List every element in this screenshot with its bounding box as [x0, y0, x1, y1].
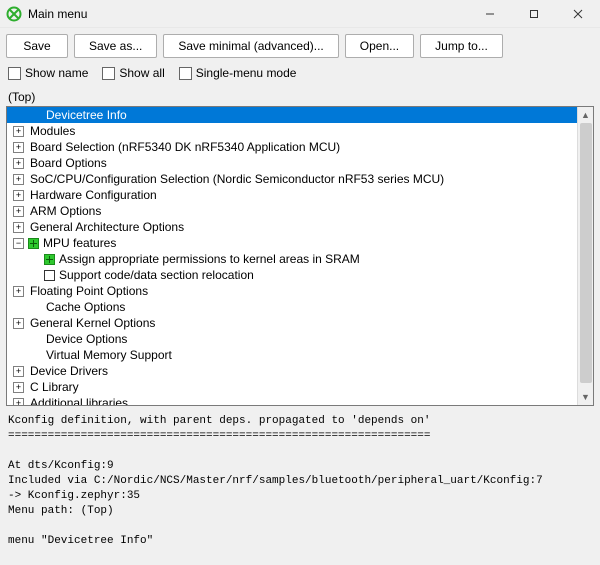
expand-icon[interactable]: + [13, 174, 24, 185]
tree-row-label: ARM Options [28, 204, 101, 218]
expander-spacer [29, 110, 40, 121]
tree-row[interactable]: Cache Options [7, 299, 593, 315]
tree-row[interactable]: Devicetree Info [7, 107, 593, 123]
info-panel: Kconfig definition, with parent deps. pr… [6, 410, 594, 553]
save-as-button[interactable]: Save as... [74, 34, 157, 58]
expand-icon[interactable]: + [13, 190, 24, 201]
expand-icon[interactable]: + [13, 286, 24, 297]
tree-row-label: Board Selection (nRF5340 DK nRF5340 Appl… [28, 140, 340, 154]
single-menu-label: Single-menu mode [196, 66, 297, 80]
expander-spacer [29, 254, 40, 265]
tree-row[interactable]: + Device Drivers [7, 363, 593, 379]
tree-row[interactable]: + General Architecture Options [7, 219, 593, 235]
tree-row[interactable]: + Hardware Configuration [7, 187, 593, 203]
tree-row-label: Assign appropriate permissions to kernel… [57, 252, 360, 266]
show-all-label: Show all [119, 66, 164, 80]
minimize-button[interactable] [468, 0, 512, 28]
breadcrumb-top: (Top) [0, 86, 600, 106]
checkbox-icon [102, 67, 115, 80]
enabled-option-icon [28, 238, 39, 249]
tree-row-label: Virtual Memory Support [44, 348, 172, 362]
tree-row[interactable]: + Modules [7, 123, 593, 139]
tree-row[interactable]: Device Options [7, 331, 593, 347]
expand-icon[interactable]: + [13, 222, 24, 233]
show-all-checkbox[interactable]: Show all [102, 66, 164, 80]
close-button[interactable] [556, 0, 600, 28]
info-line: menu "Devicetree Info" [8, 535, 153, 547]
tree-row-label: Cache Options [44, 300, 125, 314]
tree-row[interactable]: Support code/data section relocation [7, 267, 593, 283]
checkbox-icon [179, 67, 192, 80]
tree-row-label: Device Drivers [28, 364, 108, 378]
tree-row-label: Modules [28, 124, 75, 138]
scroll-down-icon[interactable]: ▼ [578, 389, 593, 405]
tree-row-label: General Kernel Options [28, 316, 155, 330]
tree-row[interactable]: − MPU features [7, 235, 593, 251]
scrollbar-thumb[interactable] [580, 123, 592, 383]
tree-row-label: Hardware Configuration [28, 188, 157, 202]
tree-row-label: Devicetree Info [44, 108, 127, 122]
disabled-option-icon [44, 270, 55, 281]
show-name-checkbox[interactable]: Show name [8, 66, 88, 80]
tree-row-label: MPU features [41, 236, 116, 250]
expand-icon[interactable]: + [13, 126, 24, 137]
expander-spacer [29, 350, 40, 361]
info-line: -> Kconfig.zephyr:35 [8, 490, 140, 502]
tree-row[interactable]: + C Library [7, 379, 593, 395]
maximize-button[interactable] [512, 0, 556, 28]
info-line: Kconfig definition, with parent deps. pr… [8, 415, 430, 427]
open-button[interactable]: Open... [345, 34, 414, 58]
single-menu-checkbox[interactable]: Single-menu mode [179, 66, 297, 80]
titlebar: Main menu [0, 0, 600, 28]
tree-row[interactable]: + Board Options [7, 155, 593, 171]
expand-icon[interactable]: + [13, 142, 24, 153]
save-minimal-button[interactable]: Save minimal (advanced)... [163, 34, 338, 58]
tree-row[interactable]: + Board Selection (nRF5340 DK nRF5340 App… [7, 139, 593, 155]
config-tree: Devicetree Info + Modules + Board Selection … [6, 106, 594, 406]
expand-icon[interactable]: + [13, 382, 24, 393]
options-row: Show name Show all Single-menu mode [0, 62, 600, 86]
tree-row[interactable]: + Floating Point Options [7, 283, 593, 299]
expand-icon[interactable]: + [13, 366, 24, 377]
show-name-label: Show name [25, 66, 88, 80]
tree-row-label: SoC/CPU/Configuration Selection (Nordic … [28, 172, 444, 186]
info-line: Included via C:/Nordic/NCS/Master/nrf/sa… [8, 475, 543, 487]
expand-icon[interactable]: + [13, 206, 24, 217]
tree-row-label: Board Options [28, 156, 107, 170]
expander-spacer [29, 270, 40, 281]
info-line: Menu path: (Top) [8, 505, 114, 517]
expander-spacer [29, 302, 40, 313]
tree-row-label: General Architecture Options [28, 220, 184, 234]
info-line: At dts/Kconfig:9 [8, 460, 114, 472]
tree-row-label: Floating Point Options [28, 284, 148, 298]
enabled-option-icon [44, 254, 55, 265]
jump-to-button[interactable]: Jump to... [420, 34, 503, 58]
tree-row-label: Device Options [44, 332, 127, 346]
tree-row[interactable]: + ARM Options [7, 203, 593, 219]
tree-row-label: Additional libraries [28, 396, 128, 406]
app-icon [6, 6, 22, 22]
scrollbar[interactable]: ▲ ▼ [577, 107, 593, 405]
tree-row-label: Support code/data section relocation [57, 268, 254, 282]
expand-icon[interactable]: + [13, 398, 24, 407]
toolbar: Save Save as... Save minimal (advanced).… [0, 28, 600, 62]
tree-row[interactable]: + Additional libraries [7, 395, 593, 406]
expand-icon[interactable]: + [13, 158, 24, 169]
scroll-up-icon[interactable]: ▲ [578, 107, 593, 123]
collapse-icon[interactable]: − [13, 238, 24, 249]
tree-row[interactable]: + General Kernel Options [7, 315, 593, 331]
window-title: Main menu [28, 7, 468, 21]
info-underline: ========================================… [8, 430, 430, 442]
save-button[interactable]: Save [6, 34, 68, 58]
checkbox-icon [8, 67, 21, 80]
tree-row[interactable]: Assign appropriate permissions to kernel… [7, 251, 593, 267]
tree-row[interactable]: + SoC/CPU/Configuration Selection (Nordic… [7, 171, 593, 187]
window-controls [468, 0, 600, 28]
tree-row-label: C Library [28, 380, 79, 394]
tree-row[interactable]: Virtual Memory Support [7, 347, 593, 363]
expand-icon[interactable]: + [13, 318, 24, 329]
expander-spacer [29, 334, 40, 345]
